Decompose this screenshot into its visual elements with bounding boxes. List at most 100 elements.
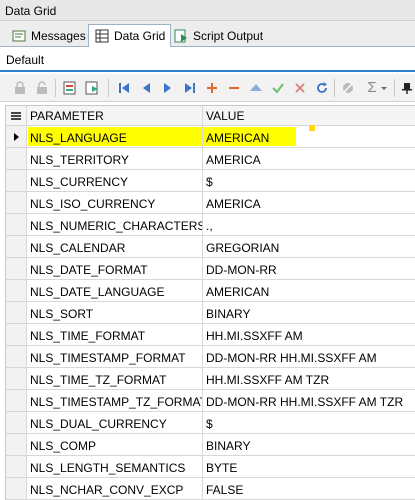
table-row[interactable]: NLS_NCHAR_CONV_EXCP FALSE — [6, 478, 415, 500]
table-row[interactable]: NLS_COMP BINARY — [6, 434, 415, 456]
sum-icon[interactable]: Σ — [364, 80, 380, 96]
parameter-cell[interactable]: NLS_CURRENCY — [27, 170, 203, 192]
row-indicator[interactable] — [6, 170, 27, 192]
next-record-icon[interactable] — [160, 80, 176, 96]
row-indicator[interactable] — [6, 478, 27, 500]
row-indicator[interactable] — [6, 236, 27, 258]
value-cell[interactable]: $ — [203, 170, 415, 192]
row-indicator[interactable] — [6, 214, 27, 236]
parameter-cell[interactable]: NLS_SORT — [27, 302, 203, 324]
row-indicator[interactable] — [6, 412, 27, 434]
value-cell[interactable]: BINARY — [203, 302, 415, 324]
row-indicator[interactable] — [6, 346, 27, 368]
value-cell[interactable]: HH.MI.SSXFF AM — [203, 324, 415, 346]
parameter-cell[interactable]: NLS_TIMESTAMP_TZ_FORMAT — [27, 390, 203, 412]
row-indicator[interactable] — [6, 126, 27, 148]
tab-messages[interactable]: Messages — [6, 24, 91, 47]
row-indicator[interactable] — [6, 280, 27, 302]
value-cell[interactable]: $ — [203, 412, 415, 434]
row-indicator[interactable] — [6, 390, 27, 412]
row-indicator[interactable] — [6, 324, 27, 346]
tab-label: Data Grid — [114, 29, 166, 43]
value-cell[interactable]: AMERICA — [203, 148, 415, 170]
tab-data-grid[interactable]: Data Grid — [88, 24, 172, 48]
table-row[interactable]: NLS_CURRENCY $ — [6, 170, 415, 192]
previous-record-icon[interactable] — [138, 80, 154, 96]
tab-label: Script Output — [193, 28, 264, 43]
move-up-icon[interactable] — [248, 80, 264, 96]
table-row[interactable]: NLS_DATE_LANGUAGE AMERICAN — [6, 280, 415, 302]
table-row[interactable]: NLS_TIME_FORMAT HH.MI.SSXFF AM — [6, 324, 415, 346]
parameter-cell[interactable]: NLS_COMP — [27, 434, 203, 456]
tab-script-output[interactable]: Script Output — [168, 24, 268, 47]
row-indicator[interactable] — [6, 192, 27, 214]
row-indicator[interactable] — [6, 456, 27, 478]
value-cell[interactable]: FALSE — [203, 478, 415, 500]
lock-icon[interactable] — [12, 80, 28, 96]
post-icon[interactable] — [270, 80, 286, 96]
table-row[interactable]: NLS_SORT BINARY — [6, 302, 415, 324]
table-row[interactable]: NLS_DATE_FORMAT DD-MON-RR — [6, 258, 415, 280]
grid-menu-button[interactable] — [6, 106, 27, 126]
import-icon[interactable] — [84, 80, 100, 96]
add-row-icon[interactable] — [204, 80, 220, 96]
table-row[interactable]: NLS_TIME_TZ_FORMAT HH.MI.SSXFF AM TZR — [6, 368, 415, 390]
table-row[interactable]: NLS_LANGUAGE AMERICAN — [6, 125, 415, 148]
parameter-cell[interactable]: NLS_CALENDAR — [27, 236, 203, 258]
cancel-icon[interactable] — [292, 80, 308, 96]
table-row[interactable]: NLS_TERRITORY AMERICA — [6, 148, 415, 170]
value-cell[interactable]: DD-MON-RR HH.MI.SSXFF AM TZR — [203, 390, 415, 412]
value-cell[interactable]: DD-MON-RR HH.MI.SSXFF AM — [203, 346, 415, 368]
parameter-cell[interactable]: NLS_LANGUAGE — [27, 126, 203, 148]
table-row[interactable]: NLS_DUAL_CURRENCY $ — [6, 412, 415, 434]
value-cell[interactable]: GREGORIAN — [203, 236, 415, 258]
value-cell[interactable]: AMERICAN — [203, 280, 415, 302]
table-row[interactable]: NLS_TIMESTAMP_FORMAT DD-MON-RR HH.MI.SSXF… — [6, 346, 415, 368]
row-indicator[interactable] — [6, 148, 27, 170]
parameter-cell[interactable]: NLS_TIMESTAMP_FORMAT — [27, 346, 203, 368]
filter-icon[interactable] — [340, 80, 356, 96]
refresh-icon[interactable] — [314, 80, 330, 96]
value-cell[interactable]: BYTE — [203, 456, 415, 478]
grid-header-row: PARAMETER VALUE — [6, 106, 415, 128]
subtab-default[interactable]: Default — [0, 47, 415, 72]
parameter-cell[interactable]: NLS_NCHAR_CONV_EXCP — [27, 478, 203, 500]
table-row[interactable]: NLS_TIMESTAMP_TZ_FORMAT DD-MON-RR HH.MI.S… — [6, 390, 415, 412]
parameter-cell[interactable]: NLS_TERRITORY — [27, 148, 203, 170]
result-tabs: Messages Data Grid Script Output — [0, 21, 415, 48]
export-icon[interactable] — [62, 80, 78, 96]
grid-icon — [95, 29, 109, 43]
subtab-label: Default — [6, 53, 45, 67]
parameter-cell[interactable]: NLS_DUAL_CURRENCY — [27, 412, 203, 434]
parameter-cell[interactable]: NLS_DATE_LANGUAGE — [27, 280, 203, 302]
row-indicator[interactable] — [6, 302, 27, 324]
value-cell[interactable]: AMERICAN — [203, 126, 415, 148]
value-cell[interactable]: AMERICA — [203, 192, 415, 214]
row-indicator[interactable] — [6, 368, 27, 390]
messages-icon — [12, 30, 26, 41]
table-row[interactable]: NLS_NUMERIC_CHARACTERS., — [6, 214, 415, 236]
table-row[interactable]: NLS_ISO_CURRENCY AMERICA — [6, 192, 415, 214]
column-header-parameter[interactable]: PARAMETER — [27, 106, 203, 126]
first-record-icon[interactable] — [116, 80, 132, 96]
table-row[interactable]: NLS_LENGTH_SEMANTICS BYTE — [6, 456, 415, 478]
value-cell[interactable]: BINARY — [203, 434, 415, 456]
parameter-cell[interactable]: NLS_DATE_FORMAT — [27, 258, 203, 280]
table-row[interactable]: NLS_CALENDAR GREGORIAN — [6, 236, 415, 258]
row-indicator[interactable] — [6, 258, 27, 280]
value-cell[interactable]: HH.MI.SSXFF AM TZR — [203, 368, 415, 390]
unlock-icon[interactable] — [34, 80, 50, 96]
dropdown-icon[interactable] — [380, 80, 388, 96]
parameter-cell[interactable]: NLS_TIME_TZ_FORMAT — [27, 368, 203, 390]
pin-icon[interactable] — [399, 80, 415, 96]
parameter-cell[interactable]: NLS_ISO_CURRENCY — [27, 192, 203, 214]
value-cell[interactable]: DD-MON-RR — [203, 258, 415, 280]
last-record-icon[interactable] — [182, 80, 198, 96]
delete-row-icon[interactable] — [226, 80, 242, 96]
column-header-value[interactable]: VALUE — [203, 106, 415, 126]
parameter-cell[interactable]: NLS_TIME_FORMAT — [27, 324, 203, 346]
value-cell[interactable]: ., — [203, 214, 415, 236]
parameter-cell[interactable]: NLS_NUMERIC_CHARACTERS — [27, 214, 203, 236]
row-indicator[interactable] — [6, 434, 27, 456]
parameter-cell[interactable]: NLS_LENGTH_SEMANTICS — [27, 456, 203, 478]
